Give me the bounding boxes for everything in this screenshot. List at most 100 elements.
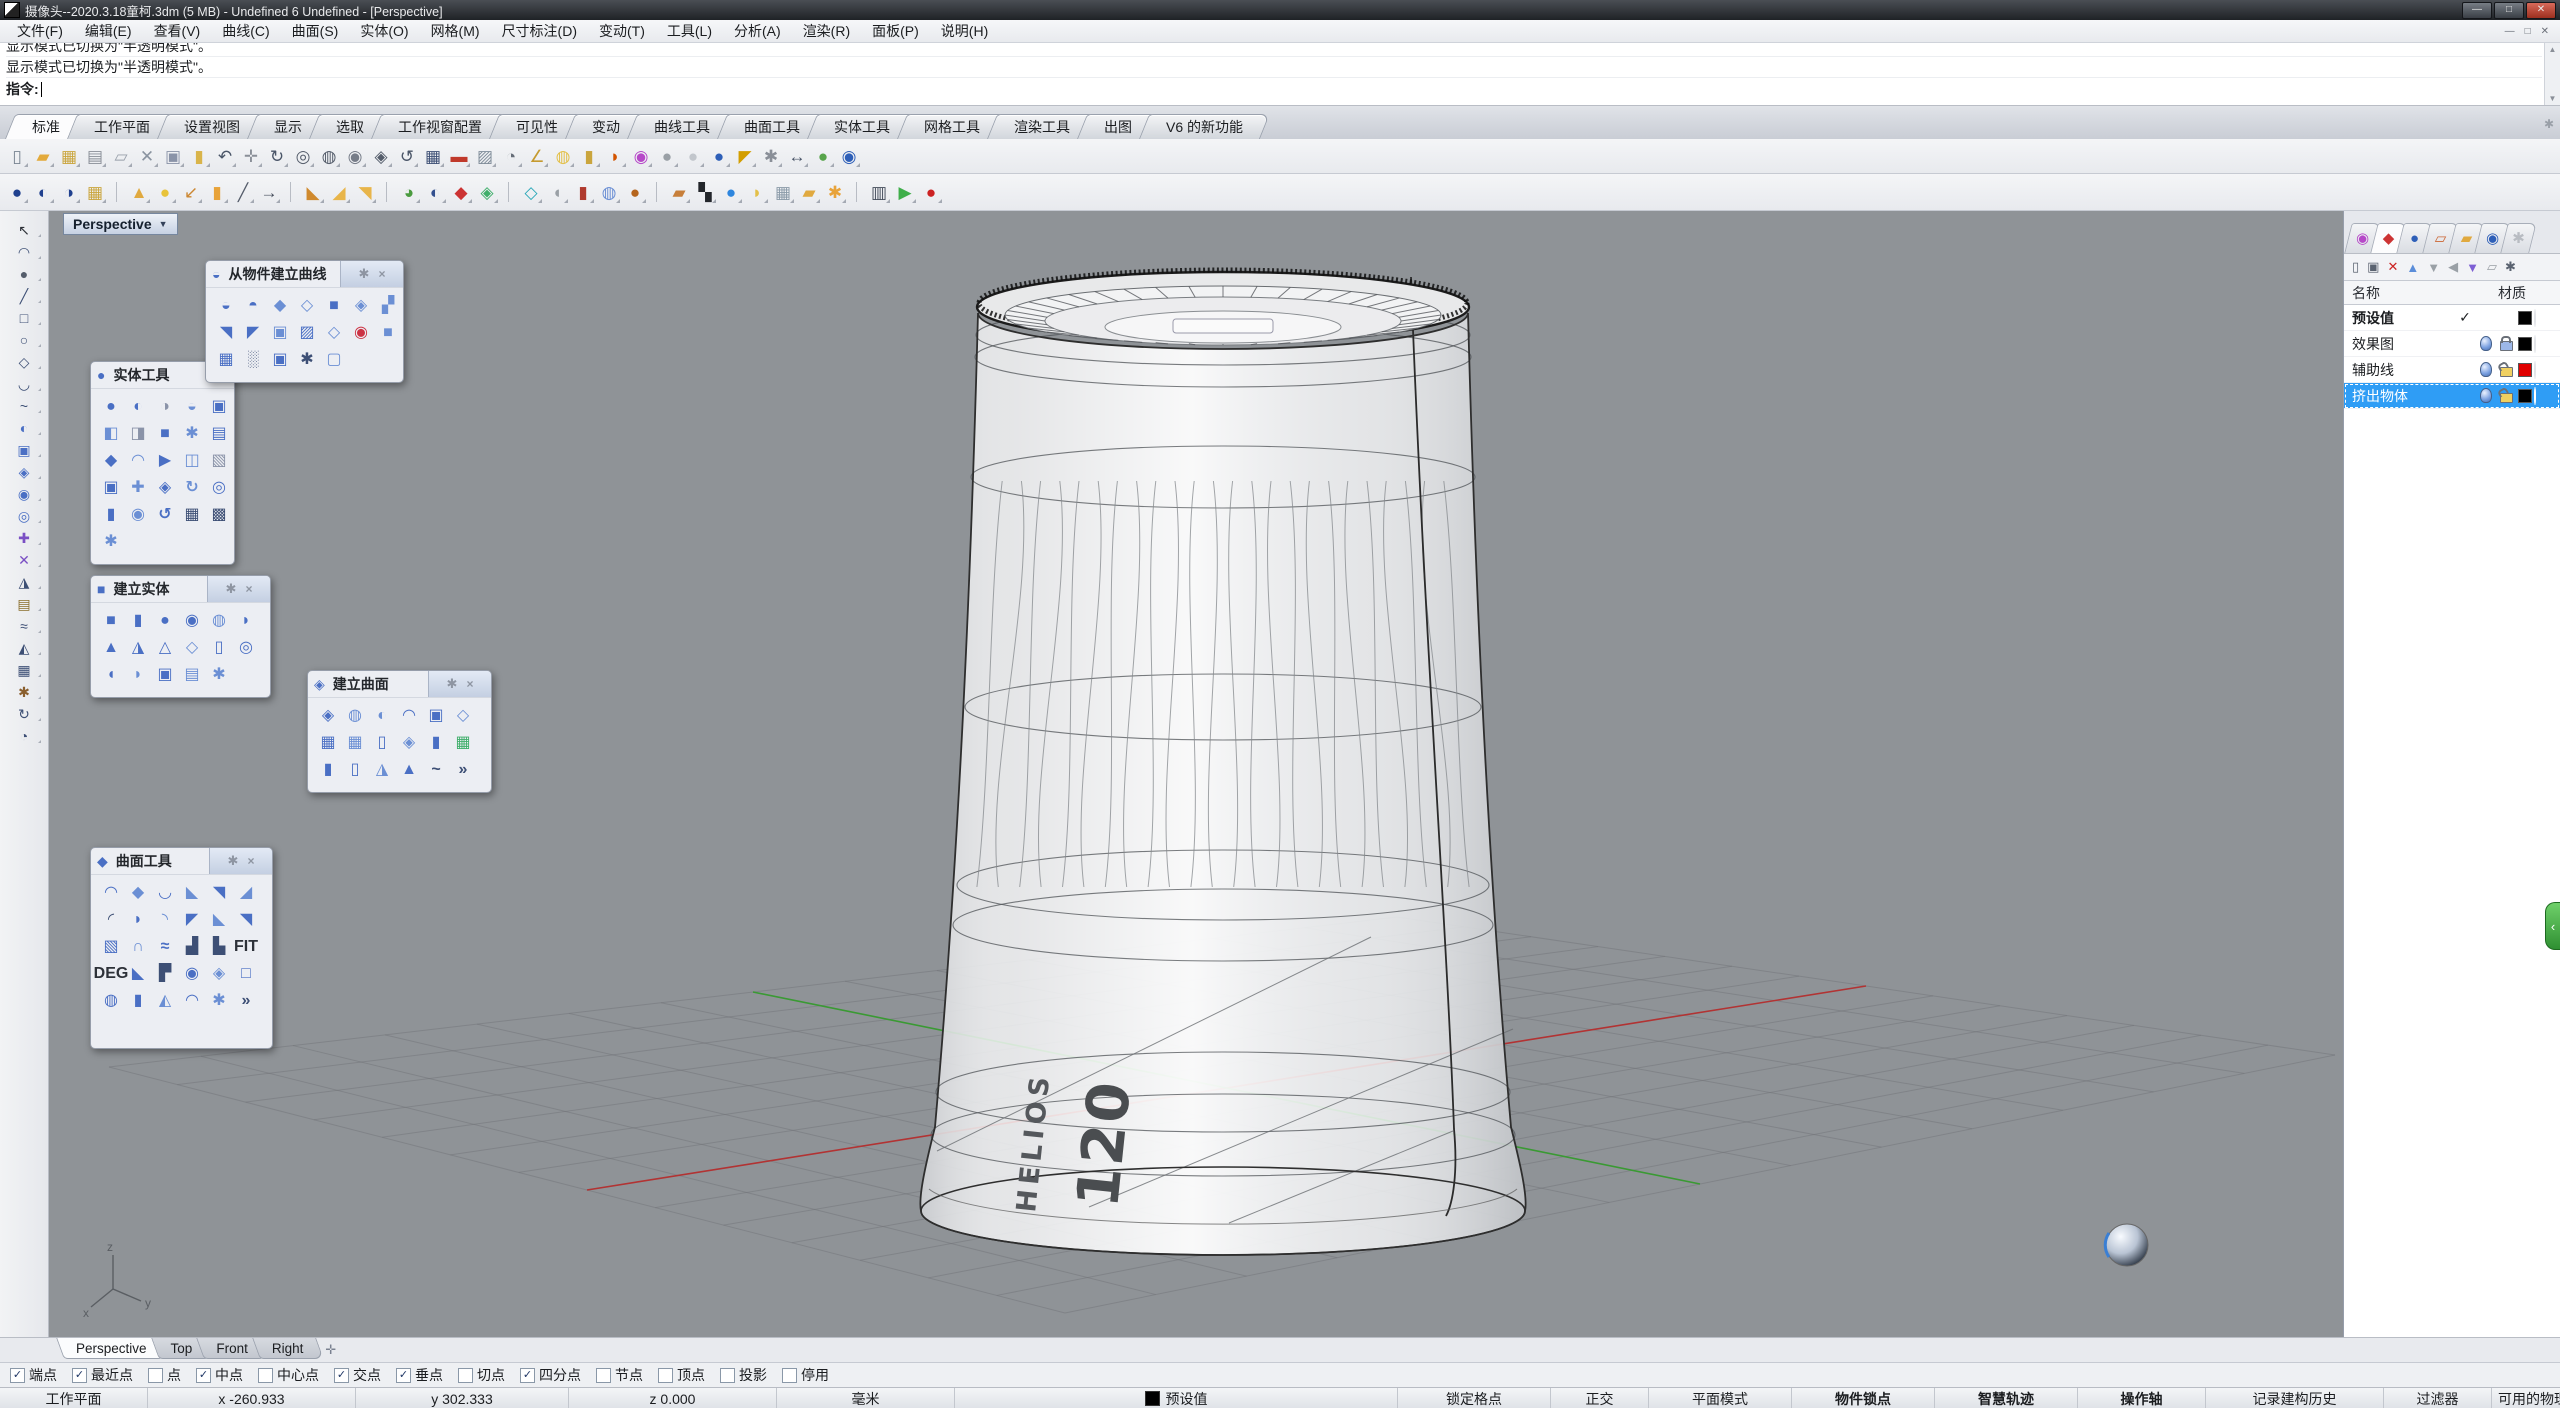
status-z[interactable]: z 0.000 bbox=[569, 1388, 777, 1408]
tool-icon[interactable]: ■ bbox=[375, 320, 401, 346]
menu-item[interactable]: 曲线(C) bbox=[211, 21, 280, 41]
gear-icon[interactable]: ✱ bbox=[226, 581, 237, 597]
boolean-union-icon[interactable]: ✚ bbox=[4, 527, 44, 548]
tool-icon[interactable]: ✱ bbox=[179, 421, 205, 447]
layer-color-swatch[interactable] bbox=[2518, 337, 2532, 351]
fillet-icon[interactable]: ◮ bbox=[4, 571, 44, 592]
rotate-icon[interactable]: ↻ bbox=[4, 703, 44, 724]
osnap-toggle[interactable]: 顶点 bbox=[658, 1365, 705, 1385]
osnap-checkbox[interactable] bbox=[658, 1368, 673, 1383]
split-icon[interactable]: ≈ bbox=[4, 615, 44, 636]
status-gridsnap[interactable]: 锁定格点 bbox=[1398, 1388, 1551, 1408]
point-icon[interactable]: ● bbox=[4, 263, 44, 284]
tool-icon[interactable]: ◧ bbox=[98, 421, 124, 447]
pen-icon[interactable]: → bbox=[256, 179, 282, 205]
tool-icon[interactable]: ▲ bbox=[396, 757, 422, 783]
tool-icon[interactable]: ● bbox=[98, 394, 124, 420]
gear-icon[interactable]: ✱ bbox=[758, 143, 784, 169]
tool-icon[interactable]: ▮ bbox=[98, 502, 124, 528]
tool-icon[interactable]: ✱ bbox=[98, 529, 124, 555]
tool-icon[interactable]: ◭ bbox=[152, 988, 178, 1014]
palette-solid-tools[interactable]: ● 实体工具 ●◐◑◒▣◧◨■✱▤◆◠▶◫▧▣✚◈↻◎▮◉↺▦▩✱ bbox=[90, 361, 235, 565]
boolean-diff-icon[interactable]: ✕ bbox=[4, 549, 44, 570]
tool-icon[interactable]: ◮ bbox=[125, 635, 151, 661]
line-icon[interactable]: ╱ bbox=[230, 179, 256, 205]
tool-icon[interactable]: ▮ bbox=[125, 988, 151, 1014]
mdi-control[interactable]: □ bbox=[2520, 26, 2536, 37]
tool-icon[interactable]: ◈ bbox=[206, 961, 232, 987]
layer-color-swatch[interactable] bbox=[2518, 311, 2532, 325]
tab-options-gear-icon[interactable]: ✱ bbox=[2544, 117, 2554, 131]
tool-icon[interactable]: ● bbox=[152, 608, 178, 634]
tool-icon[interactable]: ◈ bbox=[315, 703, 341, 729]
tool-icon[interactable]: ◓ bbox=[240, 293, 266, 319]
toolbar-tab[interactable]: 渲染工具 bbox=[992, 114, 1092, 139]
tool-icon[interactable]: □ bbox=[233, 961, 259, 987]
tool-icon[interactable]: ▦ bbox=[342, 730, 368, 756]
tool-icon[interactable]: ◤ bbox=[179, 907, 205, 933]
osnap-toggle[interactable]: 四分点 bbox=[520, 1365, 581, 1385]
layer-color-swatch[interactable] bbox=[2518, 363, 2532, 377]
lasso-icon[interactable]: ◠ bbox=[4, 241, 44, 262]
tool-icon[interactable]: ▤ bbox=[179, 662, 205, 688]
tool-icon[interactable]: ◠ bbox=[125, 448, 151, 474]
circle-center-icon[interactable]: ◔ bbox=[498, 143, 524, 169]
chevron-down-icon[interactable]: ▼ bbox=[159, 219, 168, 229]
menu-item[interactable]: 面板(P) bbox=[861, 21, 930, 41]
brush-icon[interactable]: ▰ bbox=[666, 179, 692, 205]
lamp-icon[interactable]: ◍ bbox=[550, 143, 576, 169]
tool-icon[interactable]: ◉ bbox=[348, 320, 374, 346]
tool-icon[interactable]: ▯ bbox=[369, 730, 395, 756]
tool-icon[interactable]: ▞ bbox=[375, 293, 401, 319]
layer-row[interactable]: 预设值 ✓ bbox=[2344, 305, 2560, 331]
status-smarttrack[interactable]: 智慧轨迹 bbox=[1935, 1388, 2078, 1408]
tool-icon[interactable]: ◒ bbox=[179, 394, 205, 420]
tool-icon[interactable]: ◉ bbox=[179, 961, 205, 987]
tool-icon[interactable]: FIT bbox=[233, 934, 259, 960]
tool-icon[interactable]: ▣ bbox=[152, 662, 178, 688]
palette-surface-tools[interactable]: ◆ 曲面工具 ✱× ◠◆◡◣◥◢◜◗◝◤◣◥▧∩≈▟▙FITDEG◣▛◉◈□◍▮… bbox=[90, 847, 273, 1049]
osnap-checkbox[interactable] bbox=[596, 1368, 611, 1383]
lock-icon[interactable] bbox=[2500, 341, 2513, 351]
status-planar[interactable]: 平面模式 bbox=[1649, 1388, 1792, 1408]
menu-item[interactable]: 查看(V) bbox=[143, 21, 212, 41]
status-y[interactable]: y 302.333 bbox=[356, 1388, 569, 1408]
tool-icon[interactable]: ↺ bbox=[152, 502, 178, 528]
cplane-icon[interactable]: ▨ bbox=[472, 143, 498, 169]
tool-icon[interactable]: ✱ bbox=[206, 662, 232, 688]
pie-icon[interactable]: ◕ bbox=[396, 179, 422, 205]
close-icon[interactable]: × bbox=[245, 582, 252, 596]
earth-icon[interactable]: ● bbox=[810, 143, 836, 169]
tool-icon[interactable]: ◜ bbox=[98, 907, 124, 933]
tool-icon[interactable]: ◥ bbox=[213, 320, 239, 346]
gear-icon[interactable]: ✱ bbox=[228, 853, 239, 869]
trim-icon[interactable]: ▤ bbox=[4, 593, 44, 614]
compass-icon[interactable]: ◐ bbox=[422, 179, 448, 205]
tool-icon[interactable]: ◒ bbox=[213, 293, 239, 319]
osnap-checkbox[interactable] bbox=[782, 1368, 797, 1383]
status-layer[interactable]: 预设值 bbox=[955, 1388, 1398, 1408]
xray-sphere-icon[interactable]: ◑ bbox=[56, 179, 82, 205]
minimize-button[interactable]: — bbox=[2462, 2, 2492, 19]
copy-icon[interactable]: ▣ bbox=[160, 143, 186, 169]
tool-icon[interactable]: ◫ bbox=[179, 448, 205, 474]
tool-icon[interactable]: △ bbox=[152, 635, 178, 661]
tool-icon[interactable]: ◣ bbox=[125, 961, 151, 987]
status-memory[interactable]: 可用的物理内存: 11441 MB bbox=[2492, 1388, 2560, 1408]
book-icon[interactable]: ▮ bbox=[570, 179, 596, 205]
curve-icon[interactable]: ~ bbox=[4, 395, 44, 416]
export-icon[interactable]: ▱ bbox=[108, 143, 134, 169]
tool-icon[interactable]: ◆ bbox=[125, 880, 151, 906]
title-bar[interactable]: 摄像头--2020.3.18童柯.3dm (5 MB) - Undefined … bbox=[0, 0, 2560, 20]
palette-curve-from-object[interactable]: ◒ 从物件建立曲线 ✱× ◒◓◆◇■◈▞◥◤▣▨◇◉■▦░▣✱▢ bbox=[205, 260, 404, 383]
panel-collapse-arrow[interactable]: ‹ bbox=[2545, 902, 2560, 950]
plane-icon[interactable]: ▣ bbox=[4, 439, 44, 460]
tool-icon[interactable]: ◈ bbox=[396, 730, 422, 756]
tool-icon[interactable]: ◍ bbox=[342, 703, 368, 729]
toolbar-tab[interactable]: 工作平面 bbox=[72, 114, 172, 139]
tool-icon[interactable]: ◐ bbox=[369, 703, 395, 729]
bar-icon[interactable]: ▮ bbox=[204, 179, 230, 205]
osnap-toggle[interactable]: 投影 bbox=[720, 1365, 767, 1385]
tool-icon[interactable]: ▦ bbox=[213, 347, 239, 373]
mirror-icon[interactable]: ◔ bbox=[4, 725, 44, 746]
